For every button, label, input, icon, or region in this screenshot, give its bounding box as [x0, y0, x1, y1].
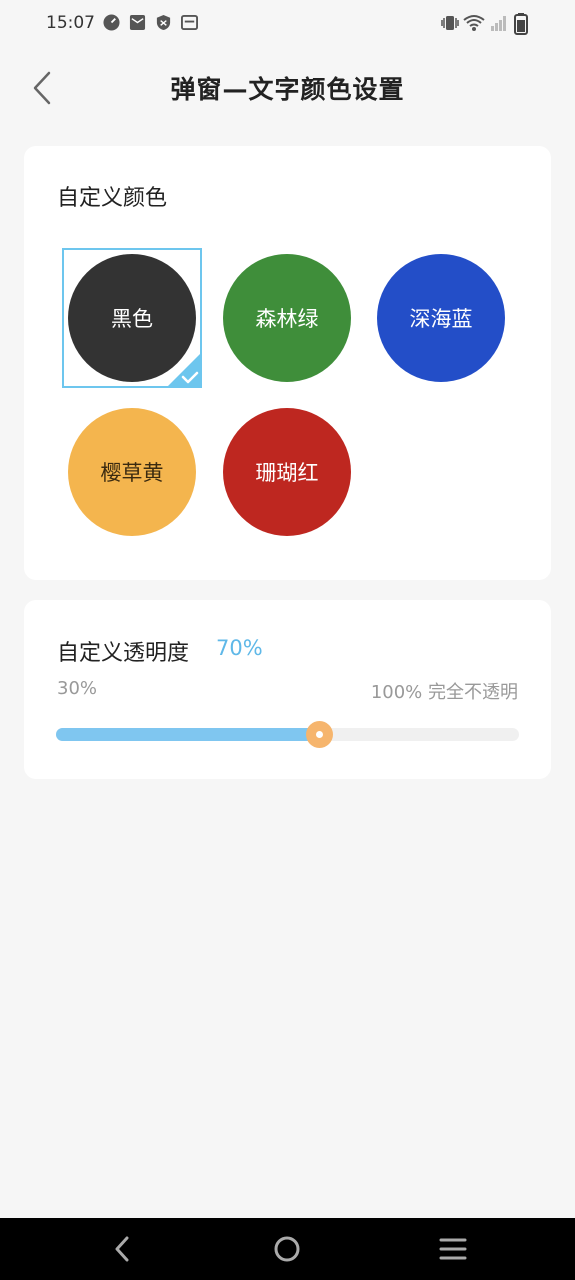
color-label: 珊瑚红 [255, 461, 319, 485]
opacity-max-label: 100% 完全不透明 [370, 682, 518, 703]
color-label: 森林绿 [255, 307, 319, 331]
shield-icon [156, 14, 171, 31]
color-label: 樱草黄 [100, 461, 164, 485]
opacity-value: 70% [216, 636, 263, 660]
opacity-section-title: 自定义透明度 [57, 641, 190, 666]
status-time: 15:07 [46, 13, 95, 33]
back-triangle-icon [115, 1236, 129, 1262]
nav-menu-button[interactable] [437, 1233, 469, 1265]
calendar-icon [181, 14, 198, 31]
color-option-deep-sea-blue[interactable]: 深海蓝 [371, 248, 511, 388]
color-label: 黑色 [111, 307, 153, 331]
opacity-slider[interactable] [56, 721, 519, 748]
color-option-forest-green[interactable]: 森林绿 [217, 248, 357, 388]
battery-icon [514, 13, 528, 35]
color-swatch: 深海蓝 [377, 254, 505, 382]
slider-fill [56, 728, 319, 741]
menu-icon [439, 1238, 467, 1260]
color-swatch: 珊瑚红 [223, 408, 351, 536]
speedometer-icon [103, 14, 120, 31]
opacity-settings-card: 自定义透明度 70% 30% 100% 完全不透明 [24, 600, 551, 779]
color-section-title: 自定义颜色 [57, 186, 168, 211]
signal-icon [491, 16, 506, 31]
status-bar: 15:07 [0, 0, 575, 48]
wifi-icon [463, 15, 485, 31]
color-option-black[interactable]: 黑色 [62, 248, 202, 388]
color-option-primrose-yellow[interactable]: 樱草黄 [62, 402, 202, 542]
slider-thumb[interactable] [305, 721, 333, 748]
opacity-min-label: 30% [57, 678, 98, 699]
mail-icon [129, 14, 146, 31]
app-header: 弹窗—文字颜色设置 [0, 50, 575, 130]
system-nav-bar [0, 1218, 575, 1280]
color-settings-card: 自定义颜色 黑色 森林绿 深海蓝 樱草黄 珊瑚红 [24, 146, 551, 580]
color-swatch: 森林绿 [223, 254, 351, 382]
checkmark-icon [166, 352, 202, 388]
vibrate-icon [441, 16, 459, 30]
color-swatch: 樱草黄 [68, 408, 196, 536]
home-circle-icon [274, 1236, 300, 1262]
color-option-coral-red[interactable]: 珊瑚红 [217, 402, 357, 542]
color-label: 深海蓝 [409, 307, 473, 331]
nav-home-button[interactable] [271, 1233, 303, 1265]
page-title: 弹窗—文字颜色设置 [170, 75, 405, 104]
nav-back-button[interactable] [106, 1233, 138, 1265]
